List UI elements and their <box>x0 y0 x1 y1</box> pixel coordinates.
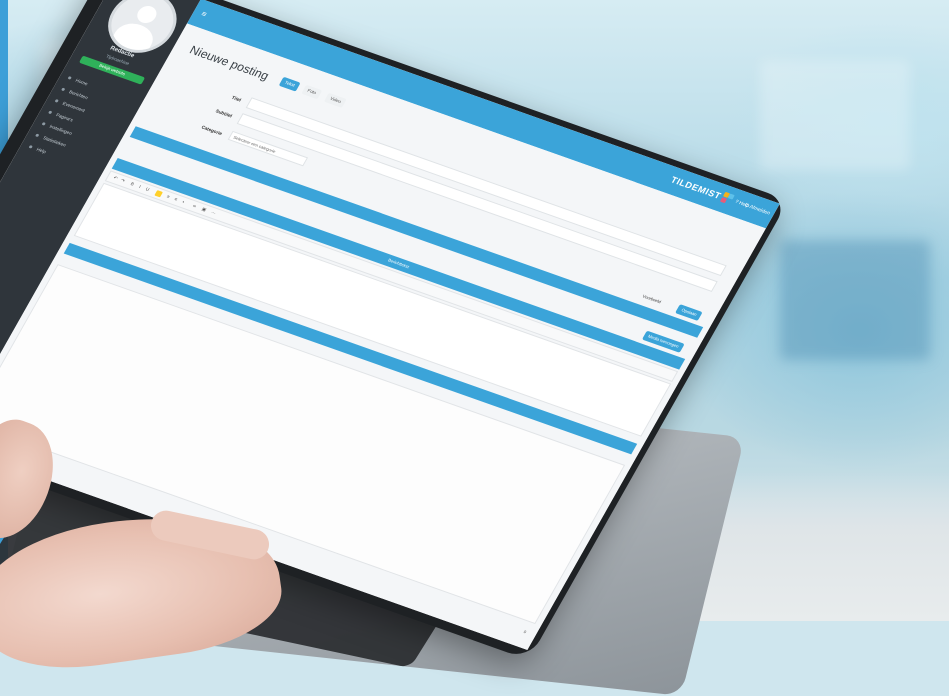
gear-icon <box>41 122 46 126</box>
logout-link[interactable]: ⏻ Afmelden <box>743 202 771 216</box>
stats-icon <box>35 133 40 138</box>
character-counter: 0 <box>522 629 528 635</box>
user-icon <box>133 3 160 26</box>
menu-icon[interactable]: ≡ <box>200 9 209 19</box>
logout-label: Afmelden <box>748 204 772 217</box>
help-icon <box>28 145 33 149</box>
home-icon <box>67 76 72 80</box>
events-icon <box>54 99 59 103</box>
sidebar-item-label: Help <box>35 146 47 155</box>
redo-icon[interactable]: ↷ <box>118 177 127 184</box>
sidebar-item-label: Home <box>74 77 89 87</box>
list-icon[interactable]: • <box>179 199 188 206</box>
more-icon[interactable]: ⋯ <box>209 209 218 216</box>
tab-photo[interactable]: Foto <box>301 84 323 100</box>
underline-icon[interactable]: U <box>143 186 152 193</box>
image-icon[interactable]: ▣ <box>200 206 209 213</box>
tab-video[interactable]: Video <box>323 92 347 109</box>
tab-text[interactable]: Tekst <box>278 76 301 92</box>
link-icon[interactable]: ∞ <box>190 203 199 210</box>
highlight-icon[interactable] <box>154 190 163 198</box>
page-title: Nieuwe posting <box>187 42 272 83</box>
pages-icon <box>48 110 53 115</box>
posts-icon <box>61 87 66 92</box>
